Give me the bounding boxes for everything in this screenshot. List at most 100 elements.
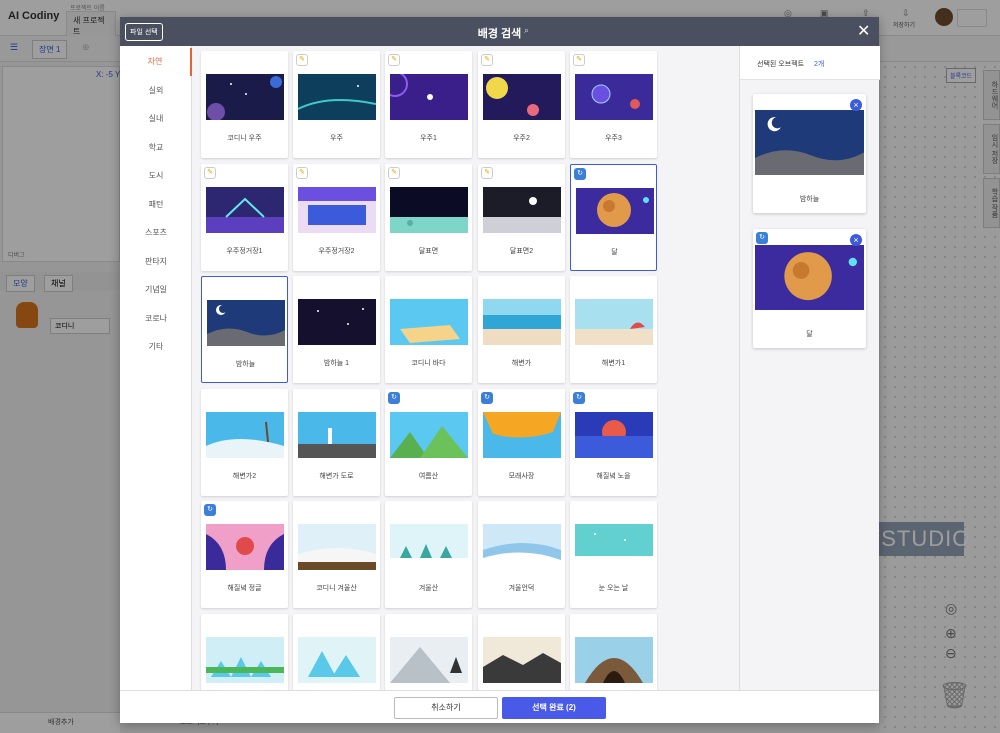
background-card[interactable]: ✎ 우주정거장1 (201, 163, 288, 271)
category-list: 자연 실외 실내 학교 도시 패턴 스포츠 판타지 기념일 코로나 기타 (120, 46, 192, 690)
background-thumbnail (206, 524, 284, 570)
background-thumbnail (298, 186, 376, 233)
background-thumbnail (390, 186, 468, 233)
category-item[interactable]: 실외 (120, 77, 192, 105)
category-item[interactable]: 판타지 (120, 248, 192, 276)
background-thumbnail (207, 300, 285, 346)
category-item[interactable]: 자연 (120, 48, 192, 76)
background-thumbnail (483, 636, 561, 683)
selected-panel-header: 선택된 오브젝트 2개 (740, 46, 880, 80)
close-icon[interactable]: ✕ (857, 21, 870, 41)
background-card-label: 코디니 바다 (411, 360, 446, 367)
remove-selected-icon[interactable]: × (850, 99, 862, 111)
background-card[interactable]: 밤하늘 (201, 276, 288, 383)
background-card[interactable]: 해변가 (478, 276, 565, 383)
selected-item-card[interactable]: ↻ × 달 (753, 229, 866, 348)
selected-item-label: 달 (806, 331, 813, 338)
edit-badge-icon: ✎ (296, 54, 308, 66)
background-card-label: 해변가2 (232, 472, 257, 480)
background-card-label: 겨울언덕 (508, 585, 535, 592)
background-card-label: 우주정거장1 (226, 247, 263, 255)
animated-badge-icon: ↻ (204, 504, 216, 516)
background-thumbnail (575, 411, 653, 458)
remove-selected-icon[interactable]: × (850, 234, 862, 246)
modal-footer: 취소하기 선택 완료 (2) (120, 690, 879, 723)
background-card-label: 해변가1 (601, 360, 626, 367)
category-item[interactable]: 패턴 (120, 191, 192, 219)
background-card[interactable] (385, 613, 472, 690)
background-card[interactable]: ↻ 해질녘 노을 (570, 388, 657, 496)
background-card[interactable]: 해변가 도로 (293, 388, 380, 496)
background-thumbnail (390, 74, 468, 120)
background-grid[interactable]: 눈 오는 날 겨울언덕 겨울산 코디니 겨울산 ↻ 해질녘 정글 ↻ 해질녘 노을 ↻ 모래사장 ↻… (192, 46, 739, 690)
background-card[interactable]: ✎ 우주2 (478, 51, 565, 158)
confirm-button[interactable]: 선택 완료 (2) (502, 697, 606, 719)
edit-badge-icon: ✎ (204, 166, 216, 179)
background-thumbnail (390, 411, 468, 458)
background-card[interactable]: ✎ 달표면 (385, 163, 472, 271)
background-search-modal: 파일 선택 배경 검색 ⌕ ✕ 자연 실외 실내 학교 도시 패턴 스포츠 판타지 기념일 코로나… (120, 17, 880, 723)
background-thumbnail (298, 74, 376, 120)
edit-badge-icon: ✎ (388, 166, 400, 179)
cancel-button[interactable]: 취소하기 (394, 697, 498, 719)
selected-count: 2개 (814, 61, 825, 68)
edit-badge-icon: ✎ (481, 166, 493, 179)
background-thumbnail (483, 299, 561, 345)
background-card-label: 우주2 (513, 135, 530, 142)
background-thumbnail (298, 411, 376, 458)
background-card[interactable] (570, 613, 657, 690)
category-item[interactable]: 실내 (120, 105, 192, 133)
background-card[interactable]: ✎ 우주3 (570, 51, 657, 158)
background-card-label: 달표면 (418, 247, 439, 255)
category-item[interactable]: 기념일 (120, 276, 192, 304)
background-card-label: 눈 오는 날 (598, 585, 629, 592)
category-item[interactable]: 스포츠 (120, 219, 192, 247)
background-card[interactable]: ✎ 우주 (293, 51, 380, 158)
background-card-label: 여름산 (418, 472, 439, 480)
background-card[interactable]: 코디니 바다 (385, 276, 472, 383)
selected-item-card[interactable]: × 밤하늘 (753, 94, 866, 213)
background-card[interactable]: ↻ 여름산 (385, 388, 472, 496)
background-card-label: 우주3 (605, 135, 622, 142)
background-card[interactable]: 코디니 겨울산 (293, 501, 380, 608)
background-card[interactable]: ✎ 우주1 (385, 51, 472, 158)
category-item[interactable]: 학교 (120, 134, 192, 162)
modal-title: 배경 검색 (477, 28, 522, 40)
background-card-label: 해변가 도로 (319, 472, 354, 480)
category-item[interactable]: 도시 (120, 162, 192, 190)
background-thumbnail (483, 186, 561, 233)
background-thumbnail (298, 524, 376, 570)
search-icon[interactable]: ⌕ (524, 25, 529, 36)
background-card[interactable]: 겨울산 (385, 501, 472, 608)
background-thumbnail (390, 524, 468, 570)
background-card[interactable]: ✎ 달표면2 (478, 163, 565, 271)
background-thumbnail (576, 187, 654, 234)
background-card[interactable]: 해변가2 (201, 388, 288, 496)
background-thumbnail (206, 636, 284, 683)
background-card-label: 해변가 (511, 360, 532, 367)
background-card[interactable]: ↻ 해질녘 정글 (201, 501, 288, 608)
category-item[interactable]: 기타 (120, 333, 192, 361)
background-card[interactable]: 코디니 우주 (201, 51, 288, 158)
background-card[interactable] (478, 613, 565, 690)
background-card[interactable]: ✎ 우주정거장2 (293, 163, 380, 271)
background-thumbnail (206, 411, 284, 458)
background-thumbnail (298, 636, 376, 683)
background-card[interactable]: 해변가1 (570, 276, 657, 383)
background-card-label: 해질녘 노을 (596, 472, 631, 480)
animated-badge-icon: ↻ (573, 391, 585, 404)
background-card[interactable]: 눈 오는 날 (570, 501, 657, 608)
background-card-label: 우주1 (420, 135, 437, 142)
edit-badge-icon: ✎ (388, 54, 400, 66)
background-card[interactable]: ↻ 달 (570, 163, 657, 271)
background-card[interactable]: 밤하늘 1 (293, 276, 380, 383)
background-card[interactable] (293, 613, 380, 690)
background-card[interactable]: ↻ 모래사장 (478, 388, 565, 496)
background-card[interactable] (201, 613, 288, 690)
animated-badge-icon: ↻ (388, 391, 400, 404)
category-item[interactable]: 코로나 (120, 305, 192, 333)
background-card-label: 해질녘 정글 (227, 585, 262, 592)
background-card[interactable]: 겨울언덕 (478, 501, 565, 608)
background-thumbnail (575, 524, 653, 570)
background-thumbnail (298, 299, 376, 345)
